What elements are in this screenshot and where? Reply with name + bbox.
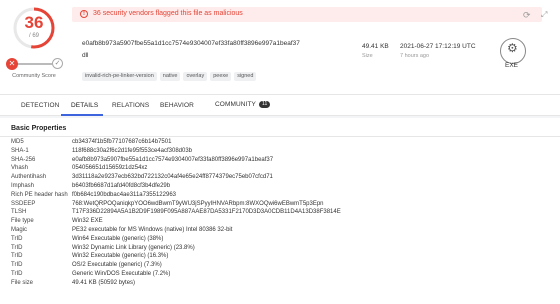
property-value[interactable]: Generic Win/DOS Executable (7.2%) xyxy=(72,271,170,277)
property-key: TrID xyxy=(11,270,23,277)
file-name: dll xyxy=(82,52,89,59)
property-key: File type xyxy=(11,218,34,225)
tag[interactable]: peexe xyxy=(210,72,232,81)
property-key: SHA-1 xyxy=(11,147,29,154)
details-panel: Basic Properties MD5 cb34374f1b5fb7710768… xyxy=(0,118,560,304)
alert-text: 36 security vendors flagged this file as… xyxy=(93,10,243,17)
property-value[interactable]: f0b684c190bdbac4ae311a7355122963 xyxy=(72,192,176,198)
tab-detection[interactable]: DETECTION xyxy=(21,102,59,109)
report-tabs: DETECTION DETAILS RELATIONS BEHAVIOR COM… xyxy=(0,94,560,116)
last-analysis-date: 2021-06-27 17:12:19 UTC xyxy=(400,43,476,50)
property-value[interactable]: PE32 executable for MS Windows (native) … xyxy=(72,227,232,233)
refresh-icon[interactable]: ⟳ xyxy=(523,10,531,21)
property-key: Magic xyxy=(11,226,28,233)
active-tab-indicator xyxy=(61,114,103,116)
section-divider xyxy=(0,136,560,137)
property-value[interactable]: b6403fb6687d1afd40fd8cf3b4dfe29b xyxy=(72,183,170,189)
engines-total: / 69 xyxy=(28,33,39,39)
property-value[interactable]: 3d31118a2e9237ecb632bd722132c04af4e65e24… xyxy=(72,174,273,180)
property-key: TrID xyxy=(11,253,23,260)
file-size-label: Size xyxy=(362,53,373,59)
property-value[interactable]: e0afb8b973a5907fbe55a1d1cc7574e9304007ef… xyxy=(72,157,273,163)
property-key: Authentihash xyxy=(11,174,47,181)
property-value[interactable]: Win32 Dynamic Link Library (generic) (23… xyxy=(72,245,195,251)
property-value[interactable]: Win64 Executable (generic) (38%) xyxy=(72,236,163,242)
check-icon[interactable]: ✓ xyxy=(52,58,63,69)
property-key: MD5 xyxy=(11,139,24,145)
file-size-value: 49.41 KB xyxy=(362,43,389,50)
property-key: TrID xyxy=(11,262,23,269)
property-key: SHA-256 xyxy=(11,156,36,163)
file-hash[interactable]: e0afb8b973a5907fbe55a1d1cc7574e9304007ef… xyxy=(82,40,300,47)
property-value[interactable]: 118f688c30a2f6c2d1fe95f553ce4acf308d03b xyxy=(72,148,192,154)
gear-icon: ⚙ xyxy=(507,41,518,55)
property-value[interactable]: cb34374f1b5fb77107687c6b14b7501 xyxy=(72,139,171,145)
property-value[interactable]: Win32 EXE xyxy=(72,218,103,224)
expand-icon[interactable]: ⤢ xyxy=(541,10,547,20)
section-title: Basic Properties xyxy=(11,125,67,132)
tab-community[interactable]: COMMUNITY 11 xyxy=(215,101,271,109)
community-score-track xyxy=(16,63,52,65)
property-value[interactable]: 054056651d15659z1dz54xz xyxy=(72,165,147,171)
file-type-label: EXE xyxy=(505,62,519,69)
file-summary-card: 36 / 69 ✕ ✓ Community Score ! 36 securit… xyxy=(0,0,560,94)
property-key: Rich PE header hash xyxy=(11,191,68,198)
property-value[interactable]: 768:WetQRPOQaniqkpYOO6wdBwmT9yWU3jSPyyIH… xyxy=(72,201,324,207)
tag[interactable]: native xyxy=(159,72,181,81)
alert-circle-icon: ! xyxy=(80,10,88,18)
tag[interactable]: signed xyxy=(234,72,257,81)
tab-relations[interactable]: RELATIONS xyxy=(112,102,149,109)
tab-community-label: COMMUNITY xyxy=(215,101,256,109)
tag[interactable]: overlay xyxy=(183,72,208,81)
property-value[interactable]: OS/2 Executable (generic) (7.3%) xyxy=(72,262,162,268)
property-value[interactable]: T17F336D22894A5A1B2D9F1989F095A887AAE87D… xyxy=(72,209,341,215)
tag[interactable]: invalid-rich-pe-linker-version xyxy=(82,72,157,81)
malicious-alert-banner: ! 36 security vendors flagged this file … xyxy=(72,7,542,22)
community-score-bar: ✕ ✓ xyxy=(6,58,63,70)
property-key: File size xyxy=(11,279,34,286)
property-key: SSDEEP xyxy=(11,200,36,207)
community-count-badge: 11 xyxy=(258,101,271,108)
last-analysis-relative: 7 hours ago xyxy=(400,53,430,59)
property-key: Imphash xyxy=(11,182,35,189)
property-value[interactable]: 49.41 KB (50592 bytes) xyxy=(72,280,135,286)
detection-score: 36 / 69 ✕ ✓ Community Score xyxy=(4,6,64,92)
tab-behavior[interactable]: BEHAVIOR xyxy=(160,102,194,109)
exe-gear-icon: ⚙ xyxy=(500,38,526,64)
community-score-label: Community Score xyxy=(12,73,56,79)
close-icon[interactable]: ✕ xyxy=(6,58,18,70)
property-key: TLSH xyxy=(11,209,27,216)
file-tags: invalid-rich-pe-linker-version native over… xyxy=(82,64,259,81)
detections-count: 36 xyxy=(24,13,44,32)
property-value[interactable]: Win32 Executable (generic) (16.3%) xyxy=(72,253,168,259)
property-key: Vhash xyxy=(11,165,29,172)
property-key: TrID xyxy=(11,244,23,251)
tab-details[interactable]: DETAILS xyxy=(71,102,98,109)
property-key: TrID xyxy=(11,235,23,242)
